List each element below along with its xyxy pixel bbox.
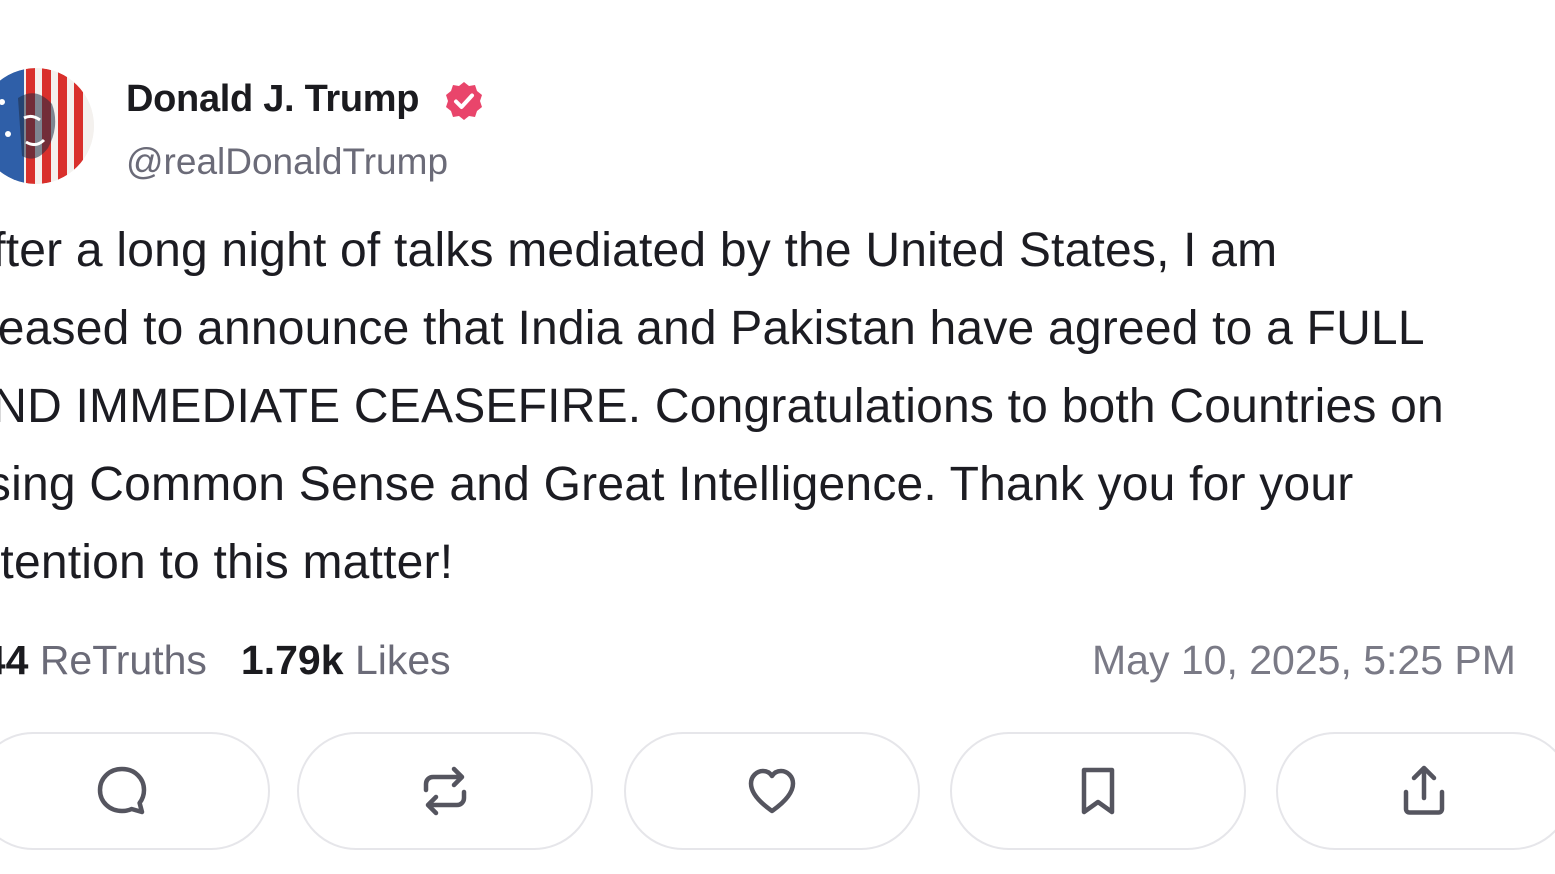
author-avatar[interactable] [0,68,94,184]
post-body-line: AND IMMEDIATE CEASEFIRE. Congratulations… [0,380,1444,433]
retruths-count: 344 [0,637,29,683]
repost-icon [423,766,467,816]
post-body-line: attention to this matter! [0,536,454,589]
comment-icon [97,766,147,815]
author-handle[interactable]: @realDonaldTrump [126,141,448,183]
post-body: After a long night of talks mediated by … [0,220,1555,610]
likes-stat[interactable]: 1.79k Likes [241,637,451,683]
share-button[interactable] [1276,732,1555,850]
post-page: Donald J. Trump @realDonaldTrump After a… [0,0,1555,874]
bookmark-button[interactable] [950,732,1246,850]
post-body-line: using Common Sense and Great Intelligenc… [0,458,1354,511]
retruth-button[interactable] [297,732,593,850]
reply-button[interactable] [0,732,270,850]
retruths-stat[interactable]: 344 ReTruths [0,637,207,683]
author-display-name[interactable]: Donald J. Trump [126,78,420,121]
retruths-label: ReTruths [39,637,207,683]
verified-badge-icon [443,80,485,122]
likes-label: Likes [354,637,451,683]
post-body-line: pleased to announce that India and Pakis… [0,302,1425,355]
likes-count: 1.79k [240,637,344,683]
post-timestamp[interactable]: May 10, 2025, 5:25 PM [1092,632,1516,688]
post-stats: 344 ReTruths 1.79k Likes [0,632,451,688]
share-icon [1403,765,1445,815]
bookmark-icon [1081,767,1115,815]
post-body-line: After a long night of talks mediated by … [0,224,1278,277]
heart-icon [748,768,796,814]
avatar-image [0,68,94,184]
like-button[interactable] [624,732,920,850]
